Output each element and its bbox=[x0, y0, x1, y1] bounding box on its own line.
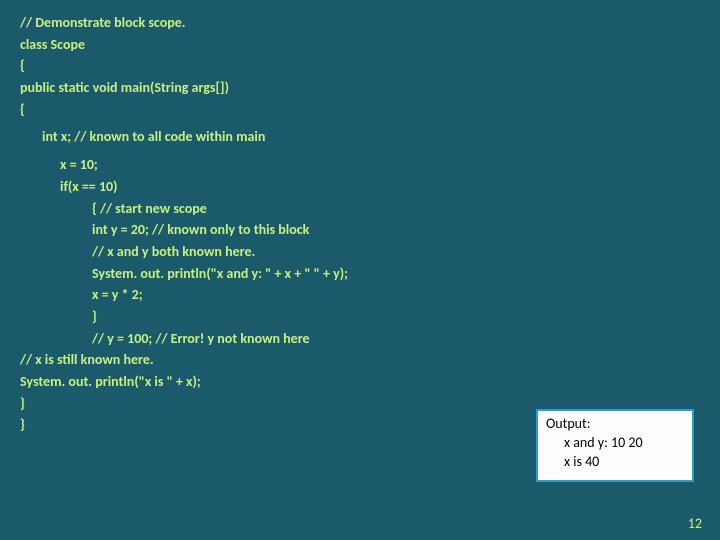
code-line: { bbox=[20, 55, 700, 77]
output-title: Output: bbox=[546, 415, 684, 434]
page-number: 12 bbox=[688, 515, 702, 532]
code-line: x = 10; bbox=[20, 154, 700, 176]
code-line: System. out. println("x and y: " + x + "… bbox=[20, 263, 700, 285]
code-line: // y = 100; // Error! y not known here bbox=[20, 328, 700, 350]
code-block: // Demonstrate block scope. class Scope … bbox=[0, 0, 720, 436]
code-line: x = y * 2; bbox=[20, 284, 700, 306]
code-line: int y = 20; // known only to this block bbox=[20, 219, 700, 241]
code-line: public static void main(String args[]) bbox=[20, 77, 700, 99]
code-line: } bbox=[20, 306, 700, 328]
code-line: // x is still known here. bbox=[20, 349, 700, 371]
output-box: Output: x and y: 10 20 x is 40 bbox=[536, 409, 694, 482]
code-line: System. out. println("x is " + x); bbox=[20, 371, 700, 393]
output-line: x and y: 10 20 bbox=[546, 434, 684, 453]
code-line: int x; // known to all code within main bbox=[20, 126, 700, 148]
code-line: // x and y both known here. bbox=[20, 241, 700, 263]
code-line: if(x == 10) bbox=[20, 176, 700, 198]
code-line: { // start new scope bbox=[20, 198, 700, 220]
code-line: // Demonstrate block scope. bbox=[20, 12, 700, 34]
code-line: { bbox=[20, 99, 700, 121]
output-line: x is 40 bbox=[546, 453, 684, 472]
code-line: class Scope bbox=[20, 34, 700, 56]
